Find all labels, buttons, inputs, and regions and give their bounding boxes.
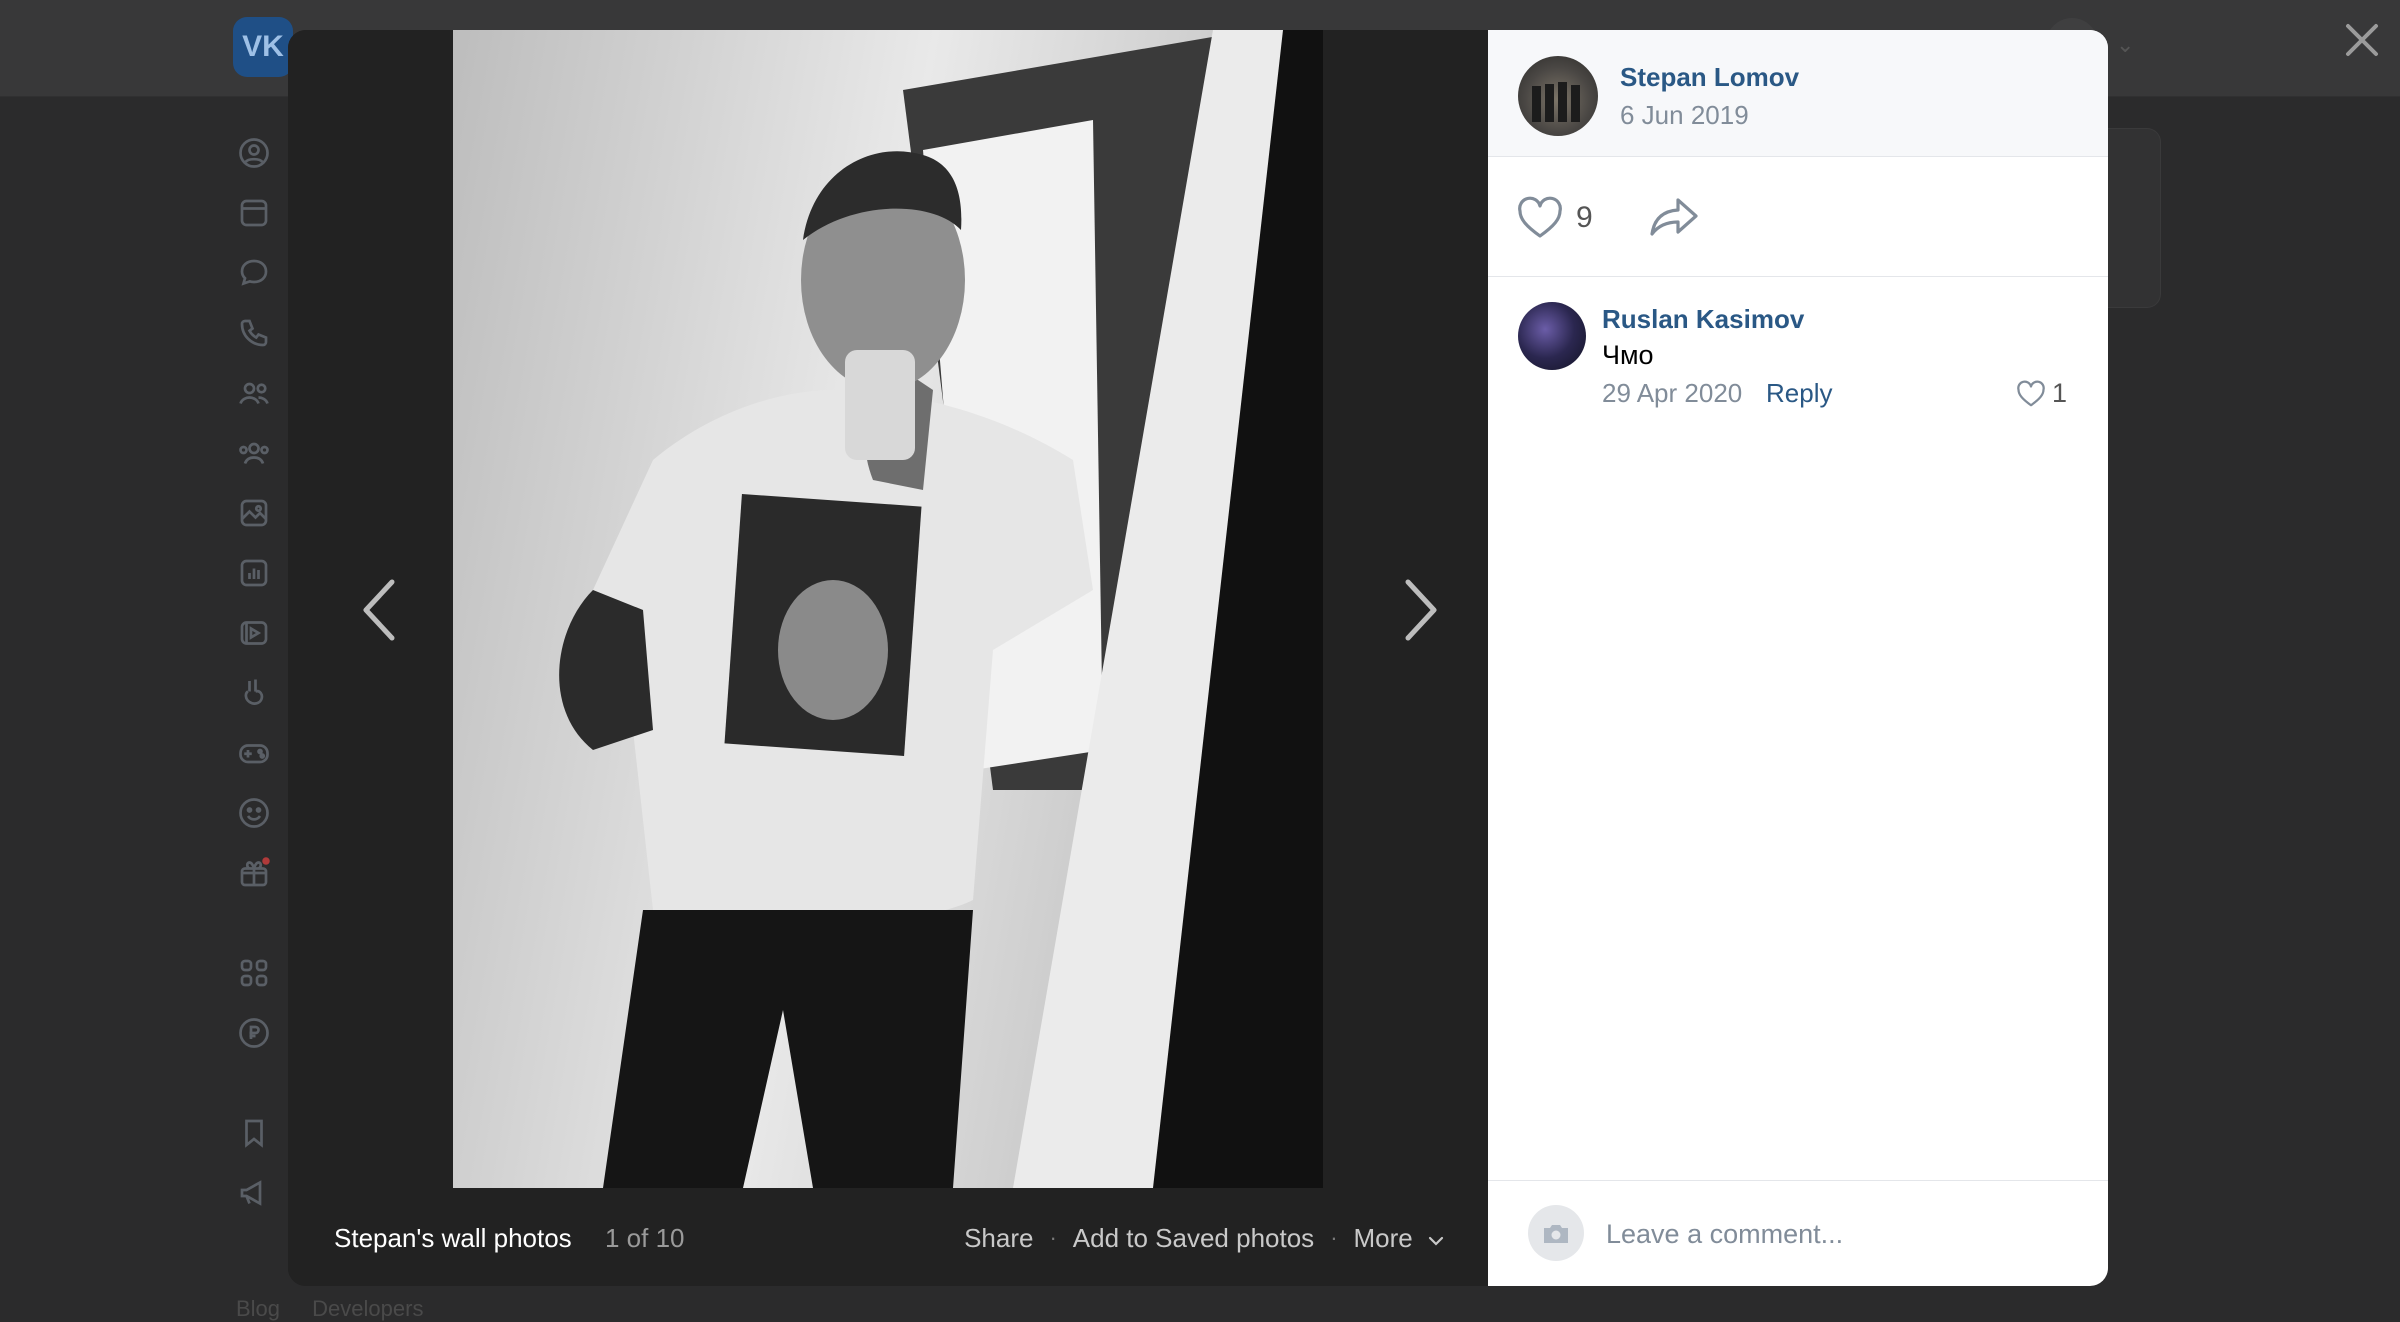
commenter-avatar[interactable]: [1518, 302, 1586, 370]
profile-icon: [236, 135, 272, 171]
news-icon: [236, 195, 272, 231]
share-button[interactable]: [1648, 194, 1704, 242]
stickers-icon: [236, 795, 272, 831]
comment-item: Ruslan Kasimov Чмо 29 Apr 2020 Reply 1: [1488, 292, 2108, 432]
comment-text: Чмо: [1602, 340, 1654, 370]
chevron-right-icon: [1405, 579, 1437, 641]
author-avatar[interactable]: [1518, 56, 1598, 136]
photo-actions: Share · Add to Saved photos · More: [964, 1223, 1444, 1254]
chevron-down-icon: ⌄: [2116, 32, 2135, 57]
messenger-icon: [236, 255, 272, 291]
heart-icon: [1518, 196, 1562, 238]
footer-link-developers: Developers: [312, 1296, 424, 1321]
share-link[interactable]: Share: [964, 1223, 1033, 1254]
payments-icon: [236, 1015, 272, 1051]
comment-like-count: 1: [2052, 378, 2068, 408]
commenter-name-link[interactable]: Ruslan Kasimov: [1602, 304, 1804, 335]
add-to-saved-link[interactable]: Add to Saved photos: [1073, 1223, 1314, 1254]
photo-footer: Stepan's wall photos 1 of 10 Share · Add…: [288, 1190, 1488, 1286]
vk-logo: VK: [233, 17, 293, 77]
services-icon: [236, 955, 272, 991]
friends-icon: [236, 375, 272, 411]
reply-button[interactable]: Reply: [1766, 378, 1832, 409]
gifts-icon: [236, 855, 272, 891]
author-name-link[interactable]: Stepan Lomov: [1620, 62, 1799, 93]
like-count: 9: [1576, 201, 1593, 234]
close-viewer-button[interactable]: [2338, 16, 2386, 64]
previous-photo-button[interactable]: [350, 570, 410, 650]
clips-icon: [236, 675, 272, 711]
post-author-header: Stepan Lomov 6 Jun 2019: [1488, 30, 2108, 157]
heart-icon: [2017, 380, 2045, 406]
close-icon: [2346, 24, 2378, 56]
comment-input[interactable]: [1604, 1205, 2078, 1263]
footer-link-blog: Blog: [236, 1296, 281, 1321]
communities-icon: [236, 435, 272, 471]
photo-counter: 1 of 10: [605, 1222, 685, 1253]
videos-icon: [236, 615, 272, 651]
page-footer-dimmed: Blog Developers: [236, 1296, 449, 1322]
background-card-dimmed: [2100, 128, 2161, 308]
next-photo-button[interactable]: [1390, 570, 1450, 650]
photos-icon: [236, 495, 272, 531]
separator-dot: ·: [1049, 1225, 1057, 1250]
bookmarks-icon: [236, 1115, 272, 1151]
like-button[interactable]: 9: [1516, 194, 1626, 242]
comment-date[interactable]: 29 Apr 2020: [1602, 378, 1742, 409]
ads-icon: [236, 1175, 272, 1211]
photo-viewer-modal: Stepan's wall photos 1 of 10 Share · Add…: [288, 30, 2108, 1286]
more-label: More: [1353, 1222, 1413, 1253]
album-title-link[interactable]: Stepan's wall photos: [334, 1223, 572, 1254]
post-date[interactable]: 6 Jun 2019: [1620, 100, 1749, 131]
comment-composer: [1488, 1180, 2108, 1286]
chevron-left-icon: [363, 579, 395, 641]
reactions-bar: 9: [1488, 156, 2108, 277]
comment-like-button[interactable]: 1: [2016, 378, 2067, 409]
camera-icon: [1544, 1225, 1568, 1243]
photo-image: [559, 30, 1323, 1188]
calls-icon: [236, 315, 272, 351]
chevron-down-icon: [1428, 1223, 1444, 1254]
photo-side-panel: Stepan Lomov 6 Jun 2019 9 Ruslan Kasimov…: [1488, 30, 2108, 1286]
more-menu-button[interactable]: More: [1354, 1223, 1444, 1254]
music-icon: [236, 555, 272, 591]
photo-area: Stepan's wall photos 1 of 10 Share · Add…: [288, 30, 1488, 1286]
photo[interactable]: [453, 30, 1323, 1188]
separator-dot: ·: [1330, 1225, 1338, 1250]
share-arrow-icon: [1650, 198, 1698, 236]
games-icon: [236, 735, 272, 771]
attach-photo-button[interactable]: [1528, 1205, 1584, 1261]
